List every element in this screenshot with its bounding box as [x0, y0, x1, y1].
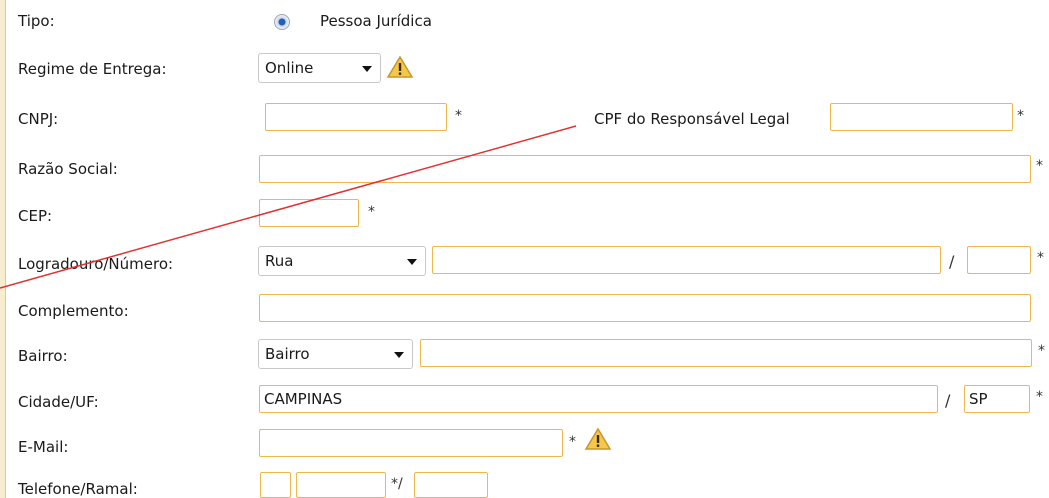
bairro-field[interactable]: [420, 339, 1032, 367]
complemento-field[interactable]: [259, 294, 1031, 322]
chevron-down-icon: [394, 352, 404, 358]
cnpj-field[interactable]: [265, 103, 447, 131]
required-marker: *: [1036, 158, 1043, 174]
cidade-label: Cidade/UF:: [18, 393, 99, 411]
telefone-label: Telefone/Ramal:: [18, 480, 138, 498]
cep-field[interactable]: [259, 199, 359, 227]
chevron-down-icon: [407, 259, 417, 265]
bairro-tipo-select[interactable]: Bairro: [258, 339, 413, 369]
warning-icon: [584, 427, 612, 450]
required-marker: *: [569, 434, 576, 450]
required-slash-marker: */: [391, 476, 403, 492]
left-border-strip: [0, 0, 6, 498]
required-marker: *: [1038, 343, 1045, 359]
bairro-tipo-value: Bairro: [265, 345, 310, 363]
regime-label: Regime de Entrega:: [18, 60, 167, 78]
separator-slash: /: [945, 391, 951, 410]
bairro-label: Bairro:: [18, 347, 68, 365]
cidade-field[interactable]: CAMPINAS: [259, 385, 938, 413]
cnpj-label: CNPJ:: [18, 110, 59, 128]
email-field[interactable]: [259, 429, 563, 457]
required-marker: *: [1036, 389, 1043, 405]
regime-select[interactable]: Online: [258, 53, 381, 83]
required-marker: *: [1037, 250, 1044, 266]
radio-selected-icon[interactable]: [274, 14, 290, 30]
cep-label: CEP:: [18, 207, 53, 225]
cpf-responsavel-field[interactable]: [830, 103, 1013, 131]
razao-social-field[interactable]: [259, 155, 1031, 183]
cpf-responsavel-label: CPF do Responsável Legal: [594, 110, 790, 128]
razao-social-label: Razão Social:: [18, 160, 118, 178]
regime-select-value: Online: [265, 59, 314, 77]
telefone-field[interactable]: [296, 472, 386, 498]
ramal-field[interactable]: [414, 472, 488, 498]
required-marker: *: [368, 204, 375, 220]
tipo-label: Tipo:: [18, 12, 55, 30]
ddd-field[interactable]: [260, 472, 291, 498]
logradouro-label: Logradouro/Número:: [18, 255, 174, 273]
uf-field[interactable]: SP: [964, 385, 1030, 413]
numero-field[interactable]: [967, 246, 1031, 274]
logradouro-tipo-select[interactable]: Rua: [258, 246, 426, 276]
logradouro-field[interactable]: [432, 246, 941, 274]
warning-icon: [386, 55, 414, 78]
logradouro-tipo-value: Rua: [265, 252, 294, 270]
required-marker: *: [455, 108, 462, 124]
email-label: E-Mail:: [18, 438, 69, 456]
complemento-label: Complemento:: [18, 302, 129, 320]
required-marker: *: [1017, 108, 1024, 124]
separator-slash: /: [949, 252, 955, 271]
chevron-down-icon: [362, 66, 372, 72]
tipo-option-label: Pessoa Jurídica: [320, 12, 432, 30]
